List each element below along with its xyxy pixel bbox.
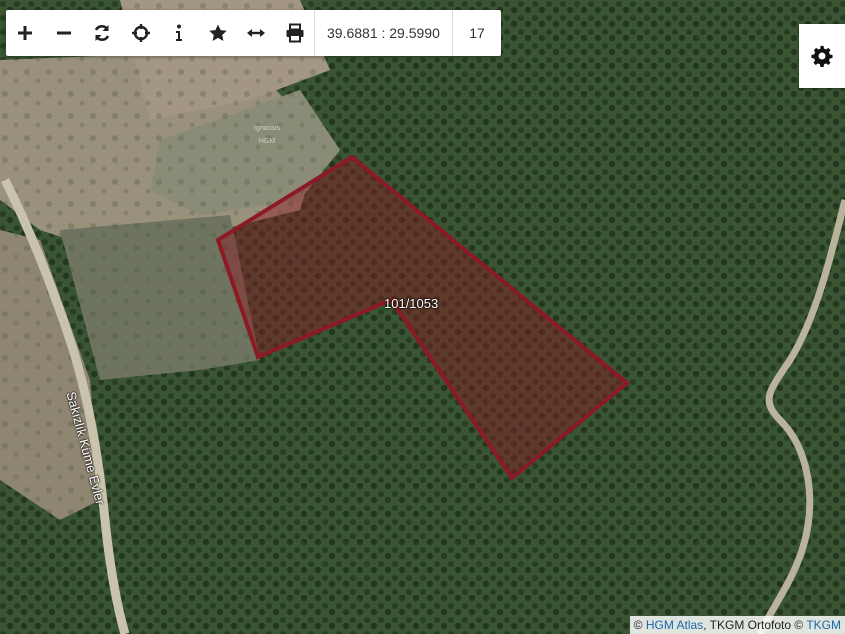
parcel-label: 101/1053 [384, 296, 439, 311]
coordinate-readout: 39.6881 : 29.5990 [314, 10, 452, 56]
zoom-level: 17 [452, 10, 501, 56]
info-button[interactable] [160, 10, 199, 56]
zoom-in-button[interactable] [6, 10, 45, 56]
crosshair-icon [131, 24, 150, 42]
settings-button[interactable] [799, 24, 845, 88]
map-toolbar: 39.6881 : 29.5990 17 [6, 10, 501, 56]
print-button[interactable] [276, 10, 315, 56]
minus-icon [56, 31, 71, 35]
info-icon [176, 24, 183, 41]
zoom-out-button[interactable] [45, 10, 84, 56]
star-icon [209, 24, 227, 41]
gear-icon [811, 45, 833, 67]
measure-button[interactable] [237, 10, 276, 56]
map-place-label: Ignacius HGM [254, 125, 281, 145]
refresh-button[interactable] [83, 10, 122, 56]
plus-icon [18, 26, 33, 40]
hgm-atlas-link[interactable]: HGM Atlas [646, 618, 703, 632]
refresh-icon [95, 25, 110, 41]
satellite-map[interactable] [0, 0, 845, 634]
favorite-button[interactable] [199, 10, 238, 56]
arrows-horizontal-icon [247, 29, 266, 37]
tkgm-link[interactable]: TKGM [806, 618, 841, 632]
locate-button[interactable] [122, 10, 161, 56]
map-attribution: © HGM Atlas, TKGM Ortofoto © TKGM [629, 616, 845, 634]
printer-icon [286, 23, 304, 43]
